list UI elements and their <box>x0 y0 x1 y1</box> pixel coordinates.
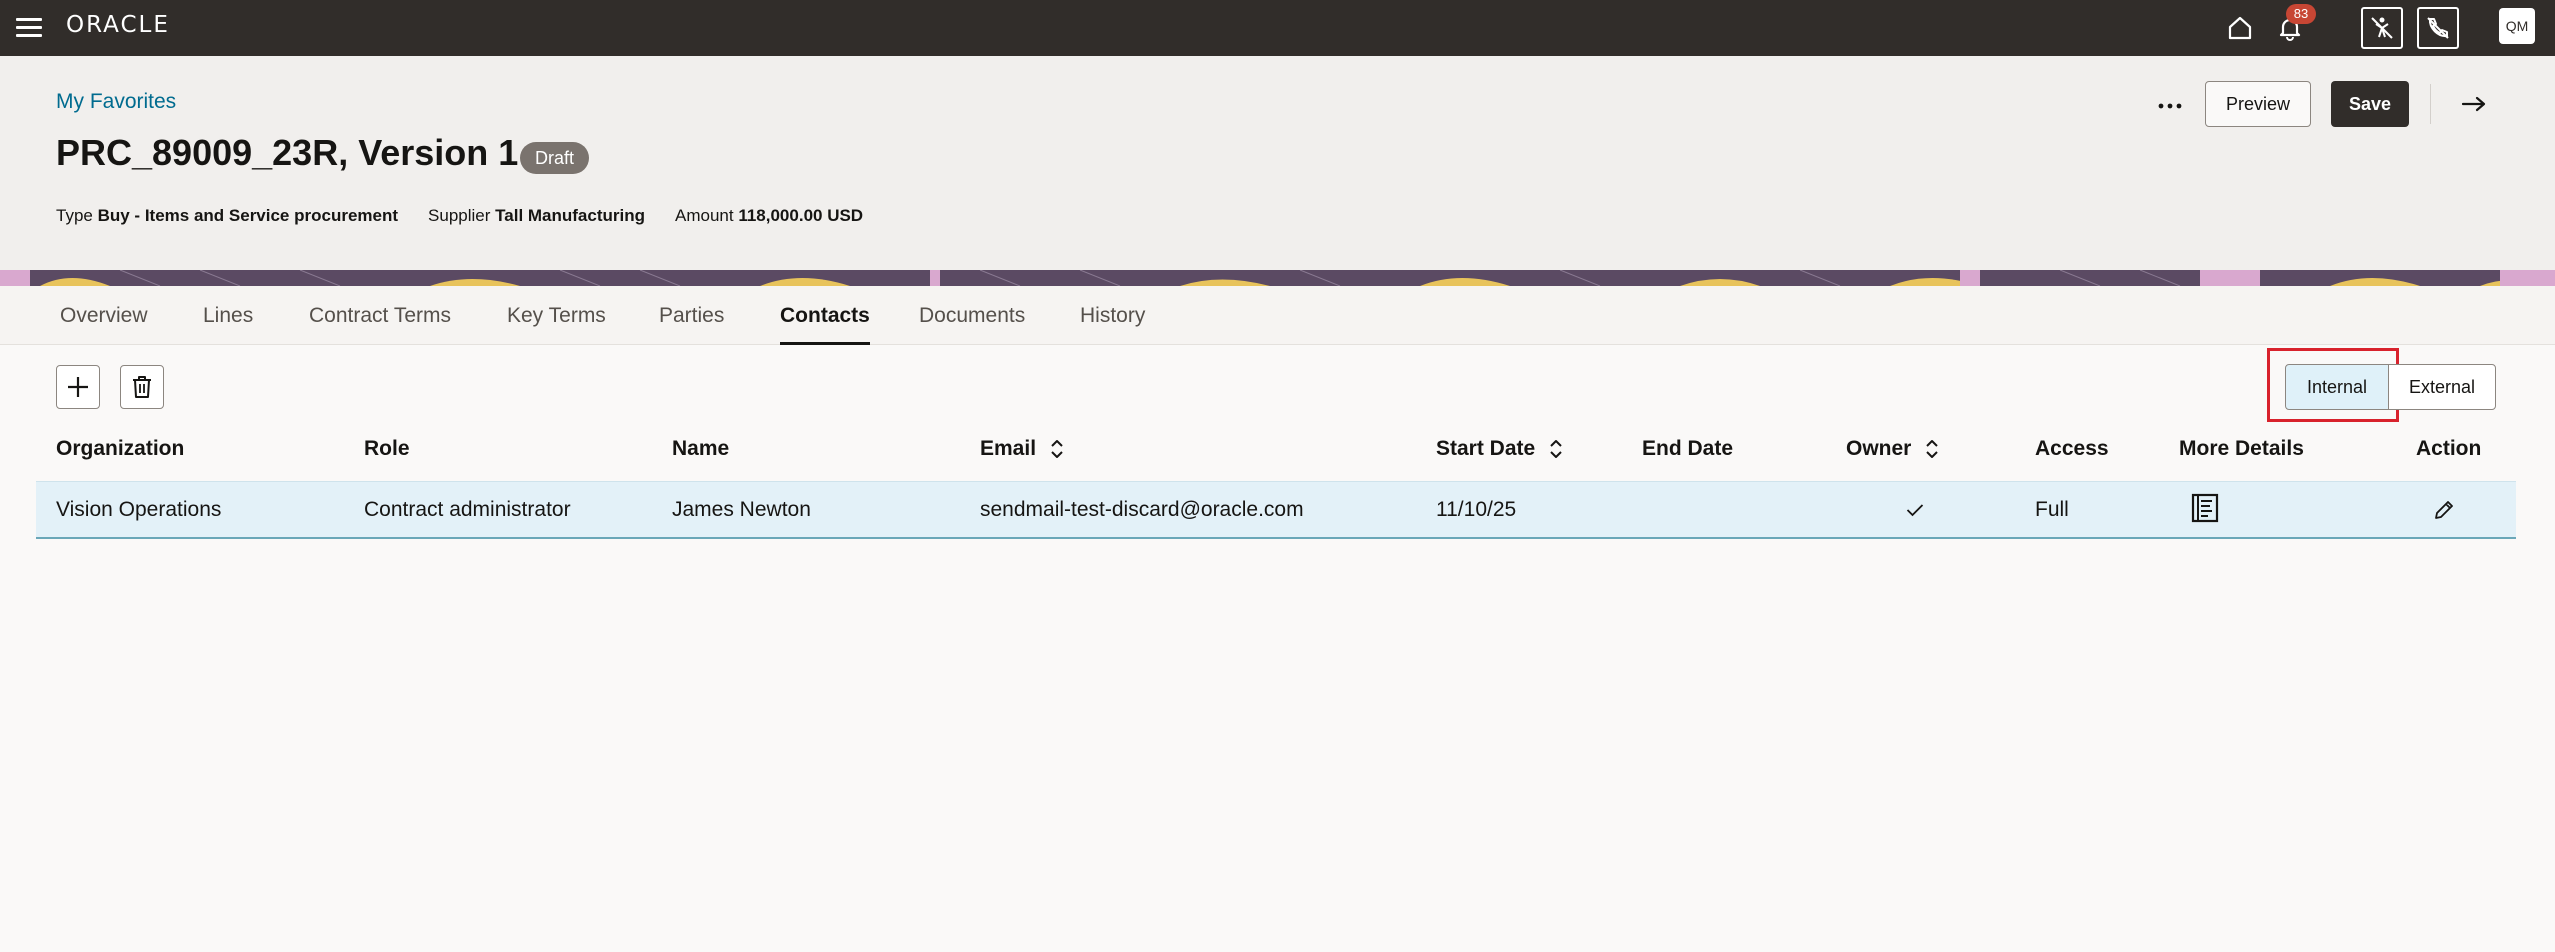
column-header-name: Name <box>672 437 730 460</box>
tab-parties[interactable]: Parties <box>659 286 724 345</box>
page-title: PRC_89009_23R, Version 1 <box>56 132 519 173</box>
accessibility-off-icon[interactable] <box>2361 7 2403 49</box>
column-header-role: Role <box>364 437 410 460</box>
cell-name: James Newton <box>672 498 811 521</box>
edit-pencil-icon[interactable] <box>2433 496 2455 524</box>
home-icon[interactable] <box>2220 8 2260 48</box>
column-header-access: Access <box>2035 437 2109 460</box>
notification-badge: 83 <box>2286 4 2316 24</box>
tab-bar: Overview Lines Contract Terms Key Terms … <box>0 286 2555 345</box>
phone-off-icon[interactable] <box>2417 7 2459 49</box>
column-header-organization: Organization <box>56 437 185 460</box>
cell-access: Full <box>2035 498 2069 521</box>
preview-button[interactable]: Preview <box>2205 81 2311 127</box>
column-header-owner[interactable]: Owner <box>1846 434 1939 464</box>
plus-icon <box>68 377 88 397</box>
user-avatar[interactable]: QM <box>2499 8 2535 44</box>
tab-contract-terms[interactable]: Contract Terms <box>309 286 451 345</box>
contract-meta: Type Buy - Items and Service procurement… <box>56 206 863 226</box>
tab-key-terms[interactable]: Key Terms <box>507 286 606 345</box>
meta-type: Type Buy - Items and Service procurement <box>56 206 399 225</box>
add-contact-button[interactable] <box>56 365 100 409</box>
cell-start-date: 11/10/25 <box>1436 498 1517 521</box>
save-button[interactable]: Save <box>2331 81 2409 127</box>
owner-check-icon <box>1906 496 1924 524</box>
top-bar: ORACLE 83 QM <box>0 0 2555 56</box>
column-header-start-date[interactable]: Start Date <box>1436 434 1563 464</box>
tab-lines[interactable]: Lines <box>203 286 253 345</box>
meta-amount: Amount 118,000.00 USD <box>675 206 864 225</box>
meta-supplier: Supplier Tall Manufacturing <box>428 206 645 225</box>
more-details-icon[interactable] <box>2191 493 2219 523</box>
cell-role: Contract administrator <box>364 498 571 521</box>
menu-icon[interactable] <box>16 12 46 42</box>
oracle-logo[interactable]: ORACLE <box>66 12 170 38</box>
sort-icon <box>1550 440 1562 458</box>
tab-overview[interactable]: Overview <box>60 286 148 345</box>
delete-contact-button[interactable] <box>120 365 164 409</box>
internal-toggle-button[interactable]: Internal <box>2285 364 2389 410</box>
sort-icon <box>1051 440 1063 458</box>
header-divider <box>2430 84 2431 124</box>
column-header-more-details: More Details <box>2179 437 2304 460</box>
column-header-action: Action <box>2416 437 2482 460</box>
tab-history[interactable]: History <box>1080 286 1145 345</box>
sort-icon <box>1926 440 1939 458</box>
page-header: My Favorites PRC_89009_23R, Version 1 Dr… <box>0 56 2555 270</box>
trash-icon <box>133 376 151 398</box>
decorative-banner <box>0 270 2555 286</box>
breadcrumb-my-favorites[interactable]: My Favorites <box>56 90 176 114</box>
more-actions-icon[interactable] <box>2150 86 2190 126</box>
status-badge: Draft <box>520 142 590 174</box>
arrow-right-icon[interactable] <box>2454 84 2494 124</box>
column-header-end-date: End Date <box>1642 437 1734 460</box>
tab-contacts[interactable]: Contacts <box>780 286 870 345</box>
tab-documents[interactable]: Documents <box>919 286 1025 345</box>
column-header-email[interactable]: Email <box>980 434 1064 464</box>
cell-organization: Vision Operations <box>56 498 222 521</box>
cell-email: sendmail-test-discard@oracle.com <box>980 498 1304 521</box>
external-toggle-button[interactable]: External <box>2388 364 2496 410</box>
